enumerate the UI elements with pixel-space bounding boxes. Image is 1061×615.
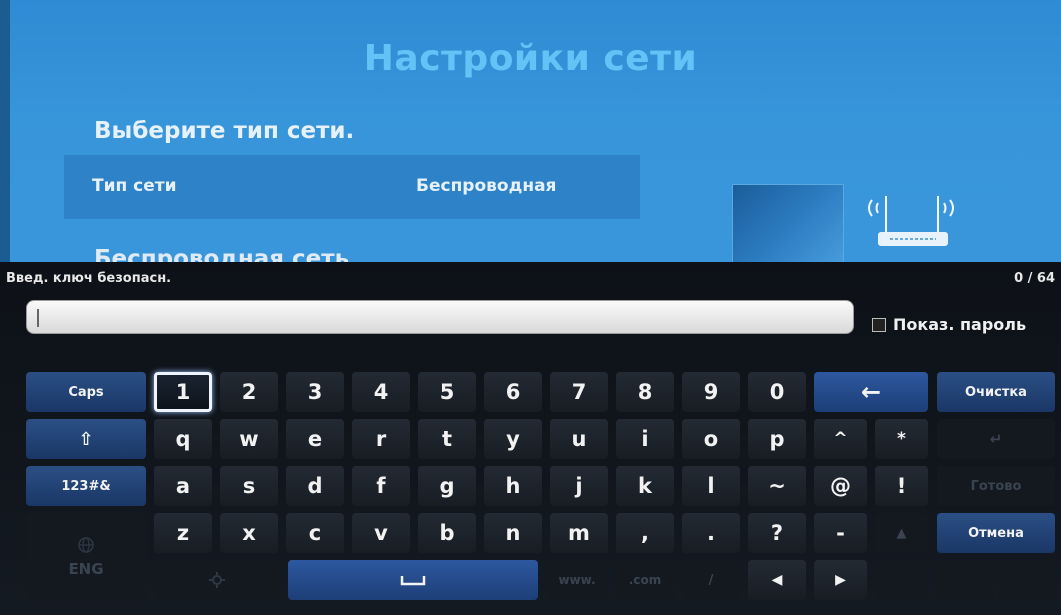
key-tilde[interactable]: ~	[748, 466, 806, 506]
clear-button[interactable]: Очистка	[937, 372, 1055, 412]
enter-key[interactable]: ↵	[937, 419, 1055, 459]
page-title: Настройки сети	[363, 38, 698, 79]
key-9[interactable]: 9	[682, 372, 740, 412]
character-counter: 0 / 64	[1014, 271, 1055, 286]
key-0[interactable]: 0	[748, 372, 806, 412]
show-password-checkbox[interactable]	[872, 318, 886, 332]
key-y[interactable]: y	[484, 419, 542, 459]
key-8[interactable]: 8	[616, 372, 674, 412]
key-comma[interactable]: ,	[616, 513, 674, 553]
network-settings-screen: Настройки сети Выберите тип сети. Тип се…	[0, 0, 1061, 262]
key-l[interactable]: l	[682, 466, 740, 506]
key-hyphen[interactable]: -	[814, 513, 867, 553]
cursor-right-key[interactable]: ▶	[814, 560, 867, 600]
onscreen-keyboard: Введ. ключ безопасн. 0 / 64 Показ. парол…	[0, 262, 1061, 615]
key-b[interactable]: b	[418, 513, 476, 553]
settings-key[interactable]	[154, 560, 280, 600]
gear-icon	[209, 572, 225, 588]
blank-key	[875, 560, 928, 600]
key-j[interactable]: j	[550, 466, 608, 506]
globe-icon	[78, 537, 94, 553]
key-d[interactable]: d	[286, 466, 344, 506]
key-v[interactable]: v	[352, 513, 410, 553]
up-arrow-key[interactable]: ▲	[875, 513, 928, 553]
key-i[interactable]: i	[616, 419, 674, 459]
slash-key[interactable]: /	[682, 560, 740, 600]
security-key-input[interactable]	[26, 300, 854, 334]
key-k[interactable]: k	[616, 466, 674, 506]
key-6[interactable]: 6	[484, 372, 542, 412]
key-3[interactable]: 3	[286, 372, 344, 412]
wireless-router-icon	[868, 196, 954, 246]
network-type-row[interactable]: Тип сети Беспроводная	[64, 155, 640, 219]
space-key[interactable]	[288, 560, 538, 600]
shift-key[interactable]: ⇧	[26, 419, 146, 459]
cancel-button[interactable]: Отмена	[937, 513, 1055, 553]
key-2[interactable]: 2	[220, 372, 278, 412]
dotcom-key[interactable]: .com	[616, 560, 674, 600]
key-r[interactable]: r	[352, 419, 410, 459]
key-c[interactable]: c	[286, 513, 344, 553]
key-caret[interactable]: ^	[814, 419, 867, 459]
key-h[interactable]: h	[484, 466, 542, 506]
key-p[interactable]: p	[748, 419, 806, 459]
select-network-type-label: Выберите тип сети.	[94, 118, 355, 144]
key-7[interactable]: 7	[550, 372, 608, 412]
key-at[interactable]: @	[814, 466, 867, 506]
cursor-left-key[interactable]: ◀	[748, 560, 806, 600]
key-s[interactable]: s	[220, 466, 278, 506]
text-caret	[37, 309, 39, 327]
key-e[interactable]: e	[286, 419, 344, 459]
backspace-key[interactable]: ←	[814, 372, 928, 412]
key-g[interactable]: g	[418, 466, 476, 506]
wireless-network-label: Беспроводная сеть	[94, 246, 350, 262]
key-o[interactable]: o	[682, 419, 740, 459]
key-period[interactable]: .	[682, 513, 740, 553]
language-key[interactable]: ENG	[26, 513, 146, 601]
symbols-key[interactable]: 123#&	[26, 466, 146, 506]
done-button[interactable]: Готово	[937, 466, 1055, 506]
extra-key-right[interactable]	[999, 560, 1055, 600]
key-a[interactable]: a	[154, 466, 212, 506]
key-asterisk[interactable]: *	[875, 419, 928, 459]
key-f[interactable]: f	[352, 466, 410, 506]
extra-key-left[interactable]	[937, 560, 993, 600]
network-type-value: Беспроводная	[416, 176, 557, 196]
security-key-prompt: Введ. ключ безопасн.	[6, 271, 172, 286]
language-label: ENG	[68, 560, 104, 578]
key-exclamation[interactable]: !	[875, 466, 928, 506]
key-u[interactable]: u	[550, 419, 608, 459]
key-w[interactable]: w	[220, 419, 278, 459]
key-question[interactable]: ?	[748, 513, 806, 553]
key-m[interactable]: m	[550, 513, 608, 553]
caps-key[interactable]: Caps	[26, 372, 146, 412]
key-1[interactable]: 1	[154, 372, 212, 412]
key-z[interactable]: z	[154, 513, 212, 553]
network-type-label: Тип сети	[92, 176, 177, 196]
key-n[interactable]: n	[484, 513, 542, 553]
show-password-label: Показ. пароль	[893, 315, 1027, 334]
space-icon	[400, 576, 426, 586]
key-x[interactable]: x	[220, 513, 278, 553]
key-q[interactable]: q	[154, 419, 212, 459]
tv-illustration	[732, 184, 844, 262]
key-4[interactable]: 4	[352, 372, 410, 412]
key-t[interactable]: t	[418, 419, 476, 459]
key-5[interactable]: 5	[418, 372, 476, 412]
www-key[interactable]: www.	[546, 560, 608, 600]
